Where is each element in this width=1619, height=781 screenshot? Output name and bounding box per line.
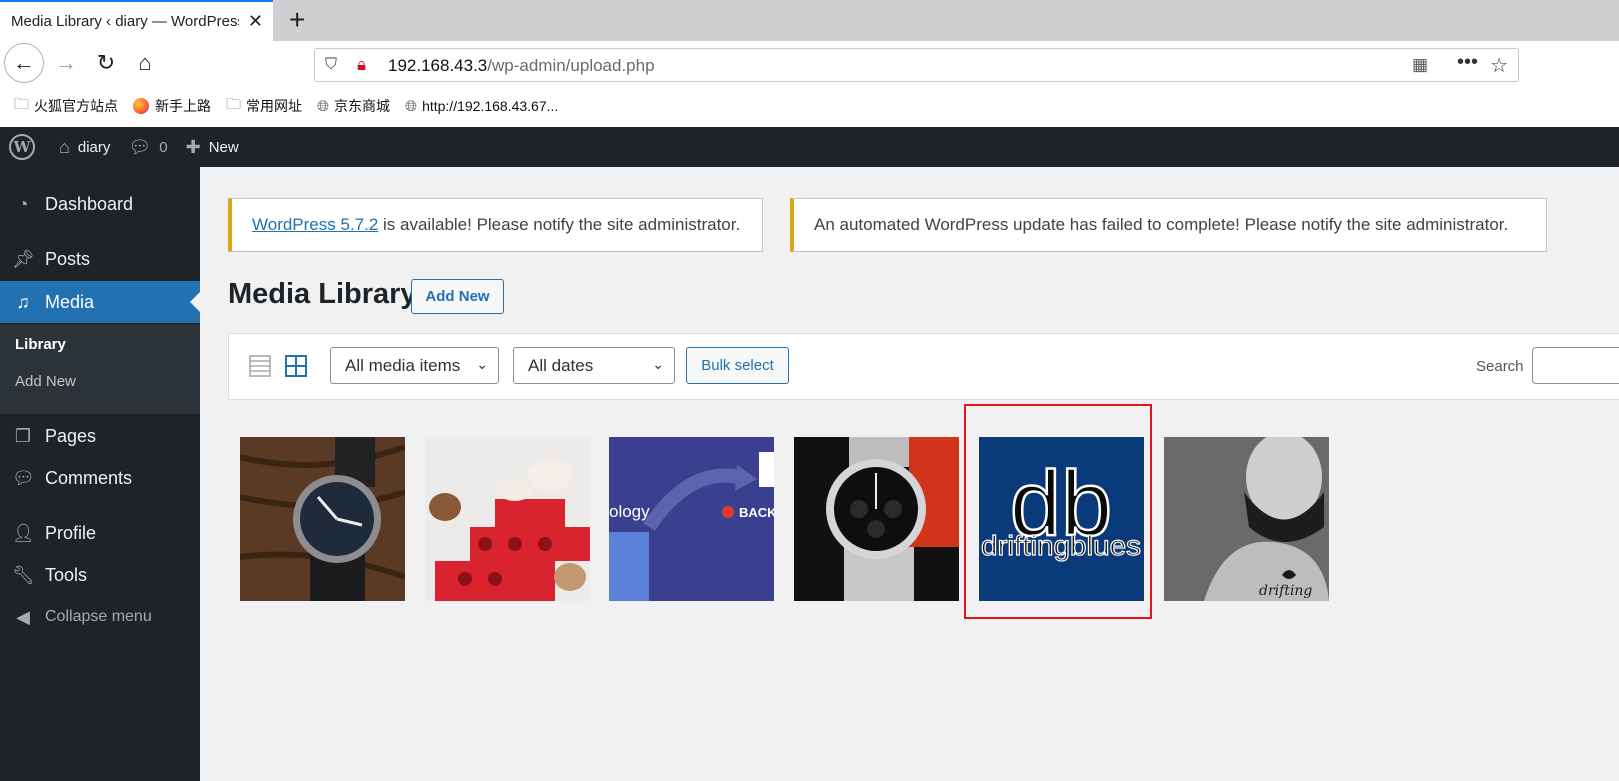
media-item-watch-wood[interactable] [240,437,405,601]
chevron-down-icon: ⌄ [652,356,664,372]
site-name-link[interactable]: ⌂ diary [59,137,110,158]
pin-icon: 📌︎ [12,248,35,269]
comments-link[interactable]: 💬︎ 0 [128,137,167,158]
bookmark-item[interactable]: 🌐︎ http://192.168.43.67... [405,98,558,115]
bookmark-item[interactable]: 新手上路 [133,96,211,116]
media-submenu: Library Add New [0,324,200,414]
insecure-lock-icon[interactable]: 🔒︎ [357,55,366,75]
active-arrow [190,292,200,312]
forward-icon[interactable]: → [46,43,86,83]
wordpress-logo-icon[interactable]: W [9,134,35,160]
update-failed-notice: An automated WordPress update has failed… [790,198,1547,252]
user-icon: 👤︎ [12,522,35,543]
browser-tabbar: Media Library ‹ diary — WordPress ✕ + [0,0,1619,41]
sidebar-item-profile[interactable]: 👤︎ Profile [0,512,200,554]
collapse-icon: ◀ [16,606,30,627]
firefox-icon [133,98,150,114]
more-icon[interactable]: ••• [1457,51,1478,74]
back-icon[interactable]: ← [4,43,44,83]
list-view-icon[interactable] [249,355,271,377]
wordpress-version-link[interactable]: WordPress 5.7.2 [252,215,378,234]
plus-icon: ✚ [185,136,201,157]
sidebar-item-posts[interactable]: 📌︎ Posts [0,238,200,280]
pages-icon: ❐ [14,425,32,446]
media-toolbar: All media items ⌄ All dates ⌄ Bulk selec… [228,333,1619,400]
banner-text: ology [609,502,650,521]
search-label: Search [1476,358,1524,375]
home-icon: ⌂ [59,136,70,157]
omega-watch-image [794,437,959,601]
tattoo-text: drifting [1259,583,1312,599]
submenu-add-new[interactable]: Add New [15,373,76,390]
home-icon[interactable]: ⌂ [125,43,165,83]
bookmarks-bar: 🗀 火狐官方站点 新手上路 🗀 常用网址 🌐︎ 京东商城 🌐︎ http://192.1… [0,85,1619,127]
media-item-portrait[interactable]: drifting [1164,437,1329,601]
search-input[interactable] [1532,347,1619,384]
watch-image [240,437,405,601]
media-item-backup-banner[interactable]: ology BACK [609,437,774,601]
comment-icon: 💬︎ [12,467,35,488]
page-title: Media Library [228,278,417,310]
backup-banner-image: ology BACK [609,437,774,601]
media-item-cats[interactable] [425,437,590,601]
update-notice-text: WordPress 5.7.2 is available! Please not… [252,215,741,234]
collapse-menu-button[interactable]: ◀ Collapse menu [0,596,200,638]
grid-view-icon[interactable] [285,355,307,377]
sidebar-item-media[interactable]: ♫ Media [0,281,200,323]
sidebar-item-pages[interactable]: ❐ Pages [0,415,200,457]
dashboard-icon: ◔ [17,193,29,214]
url-host: 192.168.43.3 [388,56,488,75]
sidebar-item-dashboard[interactable]: ◔ Dashboard [0,183,200,225]
cats-image [425,437,590,601]
highlight-box [964,404,1152,619]
close-icon[interactable]: ✕ [248,11,263,32]
media-icon: ♫ [16,291,30,312]
media-type-filter[interactable]: All media items ⌄ [330,347,499,384]
chevron-down-icon: ⌄ [476,356,488,372]
browser-navbar: ← → ↻ ⌂ ⛉ 🔒︎ 192.168.43.3/wp-admin/uploa… [0,41,1619,85]
star-icon[interactable]: ☆ [1490,53,1508,78]
folder-icon: 🗀 [226,95,242,113]
wrench-icon: 🔧︎ [12,564,35,585]
globe-icon: 🌐︎ [405,97,418,115]
new-content-link[interactable]: ✚ New [186,137,239,158]
reload-icon[interactable]: ↻ [86,43,126,83]
media-item-watch-omega[interactable] [794,437,959,601]
bookmark-item[interactable]: 🌐︎ 京东商城 [317,96,390,116]
date-filter[interactable]: All dates ⌄ [513,347,675,384]
update-notice: WordPress 5.7.2 is available! Please not… [228,198,763,252]
folder-icon: 🗀 [14,95,30,113]
globe-icon: 🌐︎ [317,97,330,115]
bulk-select-button[interactable]: Bulk select [686,347,789,384]
tab-title: Media Library ‹ diary — WordPress [11,13,239,30]
update-failed-text: An automated WordPress update has failed… [814,215,1509,234]
submenu-library[interactable]: Library [15,336,66,353]
bookmark-item[interactable]: 🗀 常用网址 [226,94,302,119]
new-tab-icon[interactable]: + [289,4,305,36]
shield-icon[interactable]: ⛉ [325,56,337,74]
admin-sidebar: ◔ Dashboard 📌︎ Posts ♫ Media Library Add Ne… [0,167,200,781]
qr-code-icon[interactable]: ▦ [1412,55,1428,75]
portrait-image: drifting [1164,437,1329,601]
wp-admin-bar: W ⌂ diary 💬︎ 0 ✚ New [0,127,1619,167]
sidebar-item-comments[interactable]: 💬︎ Comments [0,457,200,499]
url-path: /wp-admin/upload.php [487,56,655,75]
add-new-button[interactable]: Add New [411,279,504,314]
banner-text-back: BACK [739,505,774,520]
bookmark-item[interactable]: 🗀 火狐官方站点 [14,94,118,119]
browser-tab-active[interactable]: Media Library ‹ diary — WordPress ✕ [0,0,273,41]
comment-icon: 💬︎ [128,136,152,157]
sidebar-item-tools[interactable]: 🔧︎ Tools [0,554,200,596]
url-bar[interactable]: ⛉ 🔒︎ 192.168.43.3/wp-admin/upload.php ▦ … [314,48,1519,82]
url-text[interactable]: 192.168.43.3/wp-admin/upload.php [388,56,655,76]
